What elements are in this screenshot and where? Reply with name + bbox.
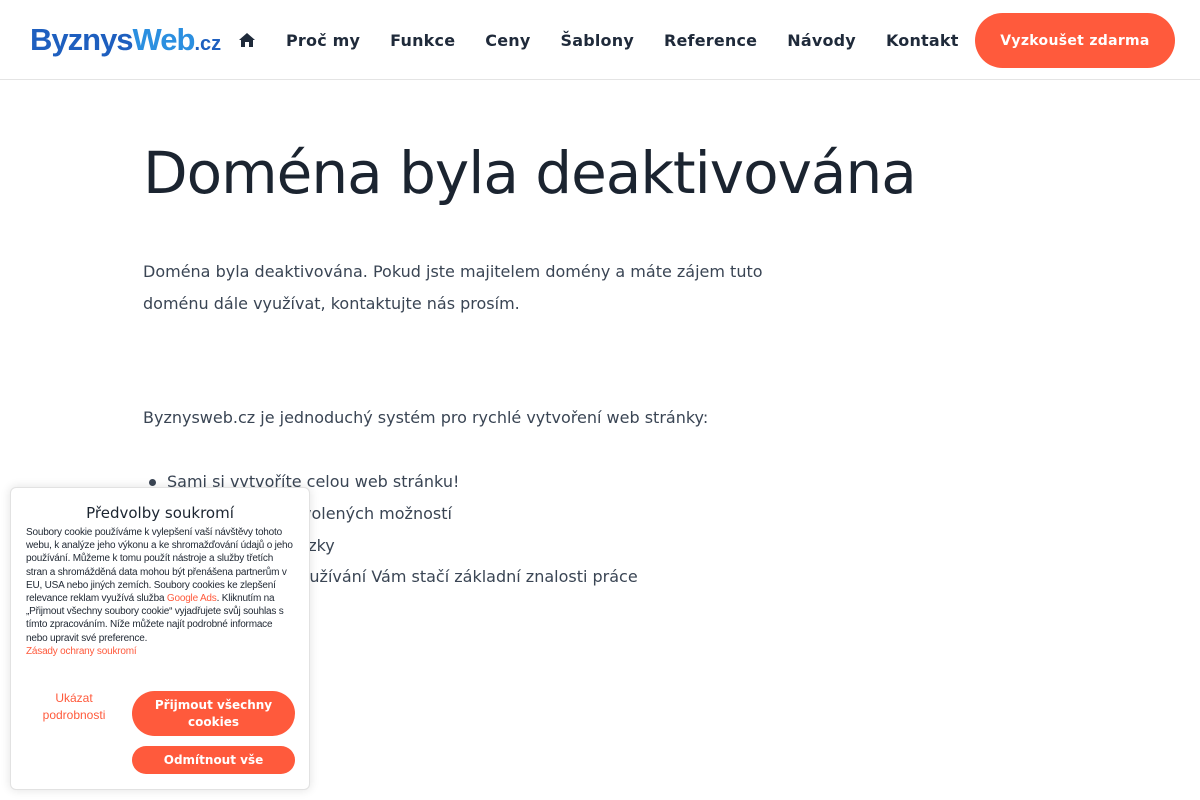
cookie-description: Soubory cookie používáme k vylepšení vaš…	[26, 526, 294, 645]
nav-item-sablony[interactable]: Šablony	[560, 31, 633, 50]
cookie-title: Předvolby soukromí	[86, 504, 234, 522]
google-ads-link[interactable]: Google Ads	[167, 593, 217, 604]
nav-item-ceny[interactable]: Ceny	[485, 31, 530, 50]
cookie-consent-dialog: Předvolby soukromí Soubory cookie použív…	[10, 487, 310, 790]
main-nav: Proč my Funkce Ceny Šablony Reference Ná…	[238, 0, 989, 80]
system-lead-text: Byznysweb.cz je jednoduchý systém pro ry…	[143, 408, 709, 427]
home-icon[interactable]	[238, 31, 256, 49]
nav-item-reference[interactable]: Reference	[664, 31, 757, 50]
logo-text-domain: .cz	[194, 33, 222, 55]
nav-item-navody[interactable]: Návody	[787, 31, 856, 50]
logo[interactable]: ByznysWeb.cz	[30, 20, 221, 60]
nav-item-proc-my[interactable]: Proč my	[286, 31, 360, 50]
site-header: ByznysWeb.cz Proč my Funkce Ceny Šablony…	[0, 0, 1200, 80]
reject-all-button[interactable]: Odmítnout vše	[132, 746, 295, 774]
show-details-link[interactable]: Ukázat podrobnosti	[26, 690, 122, 724]
nav-item-kontakt[interactable]: Kontakt	[886, 31, 959, 50]
try-free-button[interactable]: Vyzkoušet zdarma	[975, 13, 1175, 68]
privacy-policy-link[interactable]: Zásady ochrany soukromí	[26, 645, 294, 659]
accept-all-cookies-button[interactable]: Přijmout všechny cookies	[132, 691, 295, 736]
logo-text-byznys: Byznys	[30, 22, 134, 57]
main-content: Doména byla deaktivována Doména byla dea…	[143, 130, 917, 320]
nav-item-funkce[interactable]: Funkce	[390, 31, 455, 50]
intro-text: Doména byla deaktivována. Pokud jste maj…	[143, 262, 763, 313]
logo-text-web: Web	[132, 22, 196, 57]
page-title: Doména byla deaktivována	[143, 139, 917, 207]
